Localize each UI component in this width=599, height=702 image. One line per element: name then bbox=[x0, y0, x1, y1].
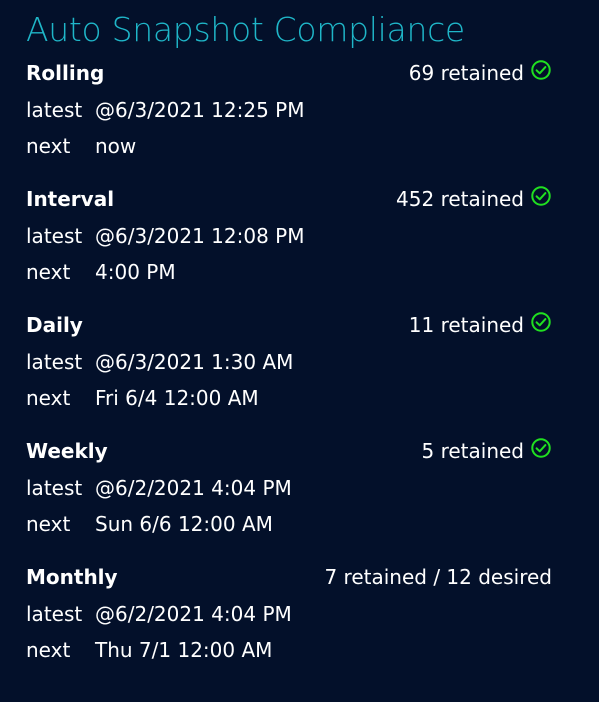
next-label: next bbox=[26, 512, 71, 536]
latest-row: latest @6/2/2021 4:04 PM bbox=[26, 470, 552, 506]
latest-row: latest @6/3/2021 12:25 PM bbox=[26, 92, 552, 128]
check-circle-icon bbox=[531, 312, 551, 332]
section-rolling: Rolling 69 retained latest @6/3/2021 12:… bbox=[26, 54, 552, 164]
section-interval: Interval 452 retained latest @6/3/2021 1… bbox=[26, 180, 552, 290]
section-monthly: Monthly 7 retained / 12 desired latest @… bbox=[26, 558, 552, 668]
snapshot-compliance-panel: Auto Snapshot Compliance Rolling 69 reta… bbox=[26, 0, 552, 668]
next-value: now bbox=[95, 134, 137, 158]
retained-status: 452 retained bbox=[396, 186, 552, 211]
next-value: 4:00 PM bbox=[95, 260, 176, 284]
next-row: next Thu 7/1 12:00 AM bbox=[26, 632, 552, 668]
next-value: Sun 6/6 12:00 AM bbox=[95, 512, 273, 536]
next-row: next 4:00 PM bbox=[26, 254, 552, 290]
latest-row: latest @6/2/2021 4:04 PM bbox=[26, 596, 552, 632]
retained-status: 11 retained bbox=[408, 312, 552, 337]
section-header: Interval 452 retained bbox=[26, 180, 552, 218]
next-row: next Sun 6/6 12:00 AM bbox=[26, 506, 552, 542]
retained-count: 69 retained bbox=[408, 61, 524, 85]
section-name: Monthly bbox=[26, 565, 118, 589]
retained-count: 7 retained / 12 desired bbox=[324, 565, 552, 589]
latest-label: latest bbox=[26, 350, 83, 374]
next-label: next bbox=[26, 638, 71, 662]
section-header: Rolling 69 retained bbox=[26, 54, 552, 92]
next-label: next bbox=[26, 134, 71, 158]
section-header: Monthly 7 retained / 12 desired bbox=[26, 558, 552, 596]
section-name: Weekly bbox=[26, 439, 108, 463]
retained-count: 11 retained bbox=[408, 313, 524, 337]
latest-value: @6/3/2021 1:30 AM bbox=[95, 350, 294, 374]
next-label: next bbox=[26, 260, 71, 284]
latest-label: latest bbox=[26, 98, 83, 122]
section-name: Daily bbox=[26, 313, 83, 337]
next-row: next now bbox=[26, 128, 552, 164]
latest-value: @6/2/2021 4:04 PM bbox=[95, 602, 292, 626]
retained-status: 7 retained / 12 desired bbox=[324, 565, 552, 589]
retained-count: 452 retained bbox=[396, 187, 524, 211]
latest-value: @6/3/2021 12:25 PM bbox=[95, 98, 305, 122]
latest-label: latest bbox=[26, 602, 83, 626]
section-header: Weekly 5 retained bbox=[26, 432, 552, 470]
latest-value: @6/3/2021 12:08 PM bbox=[95, 224, 305, 248]
latest-label: latest bbox=[26, 476, 83, 500]
retained-count: 5 retained bbox=[421, 439, 525, 463]
section-weekly: Weekly 5 retained latest @6/2/2021 4:04 … bbox=[26, 432, 552, 542]
check-circle-icon bbox=[531, 186, 551, 206]
next-row: next Fri 6/4 12:00 AM bbox=[26, 380, 552, 416]
section-name: Interval bbox=[26, 187, 115, 211]
latest-label: latest bbox=[26, 224, 83, 248]
section-name: Rolling bbox=[26, 61, 105, 85]
latest-row: latest @6/3/2021 1:30 AM bbox=[26, 344, 552, 380]
check-circle-icon bbox=[531, 60, 551, 80]
next-value: Fri 6/4 12:00 AM bbox=[95, 386, 259, 410]
retained-status: 5 retained bbox=[421, 438, 553, 463]
section-header: Daily 11 retained bbox=[26, 306, 552, 344]
section-daily: Daily 11 retained latest @6/3/2021 1:30 … bbox=[26, 306, 552, 416]
next-label: next bbox=[26, 386, 71, 410]
latest-value: @6/2/2021 4:04 PM bbox=[95, 476, 292, 500]
retained-status: 69 retained bbox=[408, 60, 552, 85]
page-title: Auto Snapshot Compliance bbox=[26, 10, 465, 49]
latest-row: latest @6/3/2021 12:08 PM bbox=[26, 218, 552, 254]
check-circle-icon bbox=[531, 438, 551, 458]
next-value: Thu 7/1 12:00 AM bbox=[95, 638, 273, 662]
